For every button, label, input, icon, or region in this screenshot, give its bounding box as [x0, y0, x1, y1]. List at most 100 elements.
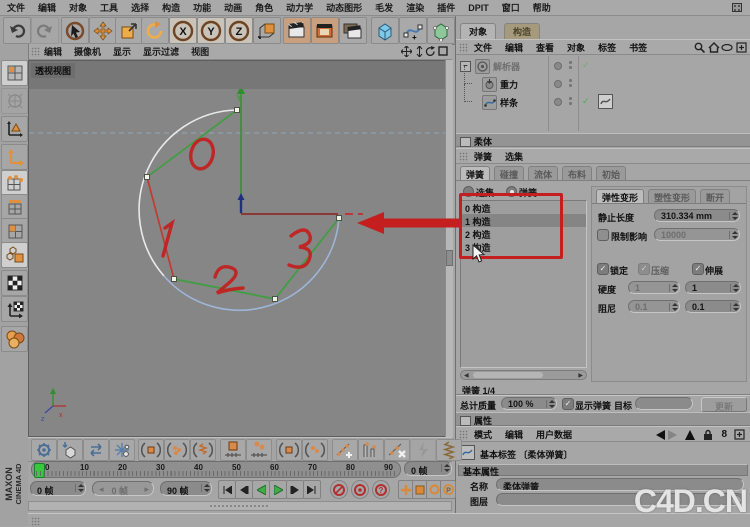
render-settings-icon[interactable]	[339, 17, 367, 44]
selection-filter-icon[interactable]	[1, 326, 28, 352]
vp-menu-display[interactable]: 显示	[113, 45, 131, 58]
limit-checkbox[interactable]: ✓	[597, 229, 609, 241]
status-splitter[interactable]	[28, 501, 452, 511]
state-check-icon[interactable]: ✓	[582, 60, 590, 71]
record-keyframe-icon[interactable]	[330, 480, 348, 499]
home-icon[interactable]	[708, 42, 720, 53]
keyframe-selection-icon[interactable]: ?	[372, 480, 390, 499]
search-icon[interactable]	[694, 42, 705, 53]
target-field[interactable]	[635, 397, 693, 410]
scale-tool-icon[interactable]	[115, 17, 143, 44]
zoom-icon[interactable]	[415, 46, 424, 57]
end-frame-field[interactable]: 90 帧	[160, 481, 212, 496]
key-parameter-icon[interactable]: P	[440, 480, 456, 499]
render-active-view-icon[interactable]	[311, 17, 339, 44]
enable-dot[interactable]	[554, 62, 562, 70]
menu-tools[interactable]: 工具	[100, 1, 118, 14]
menu-character[interactable]: 角色	[255, 1, 273, 14]
softbody-panel-header[interactable]: 柔体	[456, 133, 750, 147]
attr-menu-userdata[interactable]: 用户数据	[536, 428, 572, 441]
polygon-mode-icon[interactable]	[1, 218, 28, 244]
swap-arrows-icon[interactable]	[83, 439, 109, 461]
limit-field[interactable]: 10000	[654, 228, 740, 241]
scrollbar-handle[interactable]	[473, 372, 543, 378]
bracket-cube-icon[interactable]	[138, 439, 164, 461]
damping-field-2[interactable]: 0.1	[685, 300, 741, 313]
section-basic-properties[interactable]: 基本属性	[458, 464, 748, 477]
enable-dot[interactable]	[554, 80, 562, 88]
spring-list-scrollbar[interactable]: ◀ ▶	[460, 370, 587, 380]
scroll-left-icon[interactable]: ◀	[464, 372, 469, 379]
sb-tab-cloth[interactable]: 布料	[562, 166, 593, 180]
lock-icon[interactable]	[703, 429, 713, 440]
compress-checkbox[interactable]: ✓	[638, 263, 650, 275]
sb-tab-springs[interactable]: 弹簧	[460, 166, 491, 180]
drop-cube-icon[interactable]	[57, 439, 83, 461]
menu-window[interactable]: 窗口	[502, 1, 520, 14]
visibility-dots[interactable]	[568, 78, 573, 89]
menu-functions[interactable]: 功能	[193, 1, 211, 14]
state-check-icon[interactable]: ✓	[582, 96, 590, 107]
om-menu-file[interactable]: 文件	[474, 41, 492, 54]
vertex-3[interactable]	[272, 296, 278, 302]
total-mass-field[interactable]: 100 %	[501, 397, 557, 410]
vp-menu-filter[interactable]: 显示过滤	[143, 45, 179, 58]
tree-row-gravity[interactable]: 重力	[456, 66, 750, 92]
goto-end-icon[interactable]	[303, 480, 321, 499]
bracket-spring-icon[interactable]	[190, 439, 216, 461]
tab-break[interactable]: 断开	[700, 189, 731, 203]
generator-cube-icon[interactable]	[427, 17, 455, 44]
texture-axis-mode-icon[interactable]	[1, 296, 28, 322]
prev-key-icon[interactable]	[235, 480, 253, 499]
bracket-cube-2-icon[interactable]	[276, 439, 302, 461]
lock-x-icon[interactable]: X	[169, 17, 197, 44]
forward-arrow-icon[interactable]	[668, 430, 677, 440]
stepper[interactable]	[729, 231, 738, 239]
autokey-icon[interactable]	[351, 480, 369, 499]
menu-hair[interactable]: 毛发	[375, 1, 393, 14]
bracket-balls-icon[interactable]	[164, 439, 190, 461]
viewport-scrollbar[interactable]	[445, 60, 453, 437]
graph-add-icon[interactable]	[332, 439, 358, 461]
layout-icon[interactable]	[732, 3, 742, 12]
tree-row-spline[interactable]: 样条 ✓	[456, 84, 750, 110]
om-menu-tags[interactable]: 标签	[598, 41, 616, 54]
damping-field-1[interactable]: 0.1	[628, 300, 680, 313]
move-tool-icon[interactable]	[89, 17, 117, 44]
viewport-canvas[interactable]: Y x z	[29, 89, 453, 436]
redo-icon[interactable]	[31, 17, 59, 44]
scroll-right-icon[interactable]: ▶	[578, 372, 583, 379]
snowflake-icon[interactable]	[109, 439, 135, 461]
live-selection-icon[interactable]	[61, 17, 89, 44]
stepper[interactable]	[729, 212, 738, 220]
history-icon[interactable]: 8	[721, 429, 727, 440]
om-menu-view[interactable]: 查看	[536, 41, 554, 54]
vp-menu-view[interactable]: 视图	[191, 45, 209, 58]
update-button[interactable]: 更新	[701, 397, 747, 412]
menu-structure[interactable]: 构造	[162, 1, 180, 14]
enable-dot[interactable]	[554, 98, 562, 106]
viewport-label[interactable]: 透视视图	[31, 63, 76, 78]
attr-menu-edit[interactable]: 编辑	[505, 428, 523, 441]
lightning-icon[interactable]	[410, 439, 436, 461]
timeline-ruler[interactable]: 0 10 20 30 40 50 60 70 80 90	[31, 461, 401, 478]
render-view-icon[interactable]	[283, 17, 311, 44]
menu-objects[interactable]: 对象	[69, 1, 87, 14]
spring-edge-icon[interactable]	[436, 439, 462, 461]
rest-length-field[interactable]: 310.334 mm	[654, 209, 740, 222]
visibility-dots[interactable]	[568, 60, 573, 71]
visibility-dots[interactable]	[568, 96, 573, 107]
balls-keyline-icon[interactable]	[246, 439, 272, 461]
bracket-balls-2-icon[interactable]	[302, 439, 328, 461]
pan-icon[interactable]	[401, 46, 412, 57]
rotate-tool-icon[interactable]	[141, 17, 169, 44]
tab-plastic[interactable]: 塑性变形	[648, 189, 697, 203]
sb-menu-selection[interactable]: 选集	[505, 150, 523, 163]
maximize-icon[interactable]	[438, 46, 448, 56]
spline-pen-icon[interactable]: +	[399, 17, 427, 44]
texture-mode-icon[interactable]	[1, 270, 28, 296]
panel-grip[interactable]	[31, 47, 40, 57]
attributes-panel-header[interactable]: 属性	[456, 412, 750, 426]
play-backwards-icon[interactable]	[252, 480, 270, 499]
panel-grip[interactable]	[459, 152, 468, 162]
